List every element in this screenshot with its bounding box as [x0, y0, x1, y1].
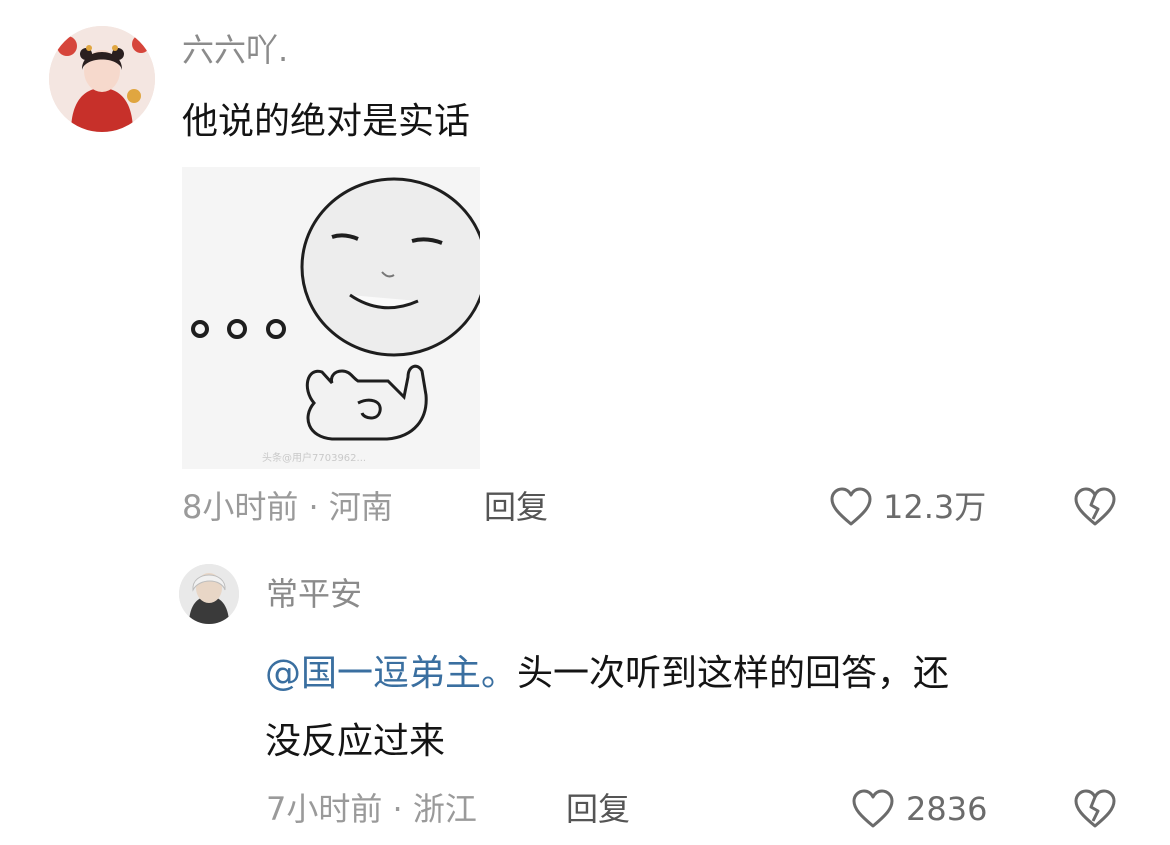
like-count: 12.3万: [883, 488, 987, 526]
image-watermark: 头条@用户7703962...: [262, 453, 367, 464]
reply-username[interactable]: 常平安: [266, 574, 362, 614]
reply-text-line1: 头一次听到这样的回答，还: [517, 653, 950, 694]
reply-reply-button[interactable]: 回复: [566, 789, 630, 829]
broken-heart-icon[interactable]: [1072, 788, 1118, 830]
reply-like-count: 2836: [906, 790, 988, 828]
reply-button[interactable]: 回复: [484, 487, 548, 527]
broken-heart-icon[interactable]: [1072, 486, 1118, 528]
heart-outline-icon[interactable]: [828, 486, 874, 528]
comment-username[interactable]: 六六吖.: [182, 30, 288, 70]
comment-image[interactable]: 头条@用户7703962...: [182, 167, 480, 469]
mention-link[interactable]: @国一逗弟主。: [265, 653, 517, 694]
comment-meta: 8小时前 · 河南: [182, 488, 393, 526]
heart-outline-icon[interactable]: [850, 788, 896, 830]
reply-text-line2: 没反应过来: [265, 721, 446, 762]
comment-text: 他说的绝对是实话: [182, 101, 471, 142]
meme-face-image: [182, 167, 480, 469]
reply-meta: 7小时前 · 浙江: [266, 790, 477, 828]
reply-avatar[interactable]: [179, 564, 239, 624]
avatar[interactable]: [49, 26, 155, 132]
avatar-image: [49, 26, 155, 132]
reply-text: @国一逗弟主。头一次听到这样的回答，还 没反应过来: [265, 640, 1125, 776]
avatar-image: [179, 564, 239, 624]
